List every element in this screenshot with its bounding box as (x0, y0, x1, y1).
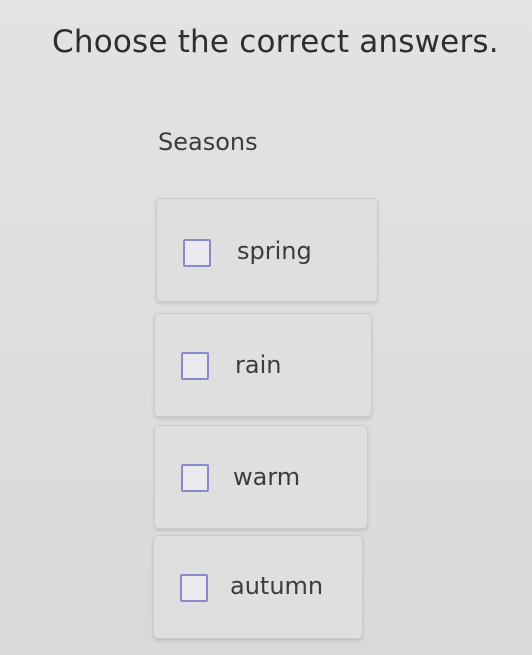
checkbox-icon[interactable] (181, 352, 209, 380)
quiz-page: Choose the correct answers. Seasons spri… (0, 0, 532, 655)
answer-option-rain[interactable]: rain (154, 313, 372, 417)
option-label: spring (237, 237, 312, 265)
checkbox-icon[interactable] (183, 239, 211, 267)
answer-option-warm[interactable]: warm (154, 425, 368, 529)
answer-option-spring[interactable]: spring (156, 198, 378, 302)
option-label: warm (233, 463, 301, 491)
option-label: rain (235, 351, 282, 379)
question-instruction: Choose the correct answers. (52, 24, 499, 60)
category-title: Seasons (158, 128, 258, 156)
checkbox-icon[interactable] (180, 574, 208, 602)
option-label: autumn (230, 572, 324, 600)
checkbox-icon[interactable] (181, 464, 209, 492)
answer-option-autumn[interactable]: autumn (153, 535, 363, 639)
